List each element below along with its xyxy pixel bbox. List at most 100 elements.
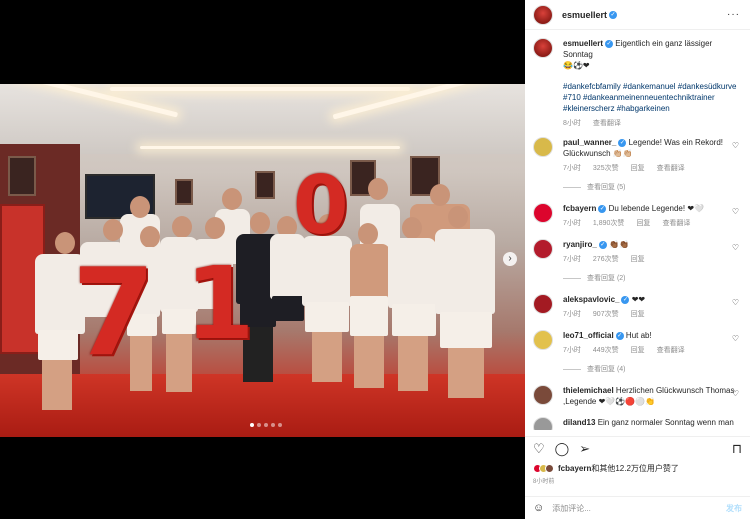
wall-photo-frame [175,179,193,205]
post-photo[interactable]: 7 1 0 [0,84,525,437]
like-comment-icon[interactable]: ♡ [732,243,739,252]
player-shorts [440,312,492,348]
player-shirtless [350,244,390,299]
comment-username[interactable]: ryanjiro_ [563,240,597,249]
comment-item: fcbayern ✓ Du lebende Legende! ❤🤍 7小时 1,89… [533,203,742,229]
commenter-avatar[interactable] [533,239,553,259]
comment-text: Ein ganz normaler Sonntag wenn man [597,418,734,427]
likes-count-text[interactable]: 和其他12.2万位用户赞了 [591,463,679,474]
post-media-area: 7 1 0 › [0,0,525,519]
comment-text: Du lebende Legende! ❤🤍 [608,204,704,213]
player-head [368,178,388,200]
reply-button[interactable]: 回复 [631,254,645,265]
see-translation-link[interactable]: 查看翻译 [593,118,621,129]
verified-badge-icon: ✓ [618,138,627,147]
comments-list[interactable]: esmuellert ✓ Eigentlich ein ganz lässiger… [525,30,750,430]
caption-emoji: 😂⚽❤ [563,61,590,70]
comment-username[interactable]: alekspavlovic_ [563,295,619,304]
ceiling-light [140,146,400,149]
ceiling-light [110,87,410,91]
balloon-digit-0: 0 [293,159,349,252]
comment-username[interactable]: thielemichael [563,386,614,395]
next-slide-button[interactable]: › [503,252,517,266]
like-comment-icon[interactable]: ♡ [732,389,739,398]
player-shorts [392,304,436,336]
commenter-avatar[interactable] [533,330,553,350]
comment-time: 7小时 [563,347,581,354]
comment-item: diland13 Ein ganz normaler Sonntag wenn … [533,417,742,430]
see-translation-link[interactable]: 查看翻译 [657,163,685,174]
comment-likes[interactable]: 276次赞 [593,254,619,265]
comment-likes[interactable]: 1,890次赞 [593,218,625,229]
like-icon[interactable]: ♡ [533,442,545,455]
player-head [250,212,270,234]
comment-username[interactable]: diland13 [563,418,595,427]
comment-likes[interactable]: 325次赞 [593,163,619,174]
player-head [402,217,422,239]
player-head [448,206,468,228]
post-side-panel: esmuellert ✓ ··· esmuellert ✓ Eigentlich … [525,0,750,519]
comment-text: Hut ab! [625,331,652,340]
emoji-icon[interactable]: ☺ [533,502,544,514]
like-comment-icon[interactable]: ♡ [732,141,739,150]
post-header: esmuellert ✓ ··· [525,0,750,30]
comment-username[interactable]: leo71_official [563,331,614,340]
likes-first-user[interactable]: fcbayern [558,464,591,473]
reply-button[interactable]: 回复 [631,309,645,320]
see-translation-link[interactable]: 查看翻译 [662,218,690,229]
comment-item: alekspavlovic_ ✓ ❤❤ 7小时 907次赞 回复 ♡ [533,294,742,320]
comment-time: 7小时 [563,220,581,227]
red-floor [0,374,525,437]
verified-badge-icon: ✓ [609,10,618,19]
comment-item: thielemichael Herzlichen Glückwunsch Tho… [533,385,742,407]
comment-likes[interactable]: 907次赞 [593,309,619,320]
see-translation-link[interactable]: 查看翻译 [657,345,685,356]
commenter-avatar[interactable] [533,203,553,223]
player-head [430,184,450,206]
comment-icon[interactable]: ◯ [555,442,570,455]
reply-button[interactable]: 回复 [631,345,645,356]
comment-item: leo71_official ✓ Hut ab! 7小时 449次赞 回复 查看翻译 查… [533,330,742,375]
commenter-avatar[interactable] [533,385,553,405]
view-replies-link[interactable]: 查看回复 (5) [563,182,739,193]
verified-badge-icon: ✓ [598,204,607,213]
like-comment-icon[interactable]: ♡ [732,207,739,216]
comment-input[interactable]: 添加评论... [552,503,591,514]
player-shorts [350,296,388,336]
comment-text: 👏🏾👏🏾 [609,240,629,249]
more-options-icon[interactable]: ··· [727,9,740,20]
view-replies-link[interactable]: 查看回复 (2) [563,273,739,284]
like-comment-icon[interactable]: ♡ [732,334,739,343]
comment-likes[interactable]: 449次赞 [593,345,619,356]
share-icon[interactable]: ➢ [579,442,590,455]
author-avatar[interactable] [533,38,553,58]
comment-time: 7小时 [563,256,581,263]
player-shorts [272,296,304,321]
post-comment-button[interactable]: 发布 [726,503,742,514]
commenter-avatar[interactable] [533,417,553,430]
author-avatar[interactable] [533,4,553,25]
verified-badge-icon: ✓ [615,331,624,340]
verified-badge-icon: ✓ [598,240,607,249]
view-replies-link[interactable]: 查看回复 (4) [563,364,739,375]
post-actions-bar: ♡ ◯ ➢ ⊓ [525,436,750,460]
reply-button[interactable]: 回复 [631,163,645,174]
caption-hashtags[interactable]: #dankefcbfamily #dankemanuel #dankesüdku… [563,81,739,114]
comment-text: ❤❤ [631,295,646,304]
verified-badge-icon: ✓ [605,39,614,48]
like-comment-icon[interactable]: ♡ [732,298,739,307]
commenter-avatar[interactable] [533,137,553,157]
balloon-digit-7: 7 [72,244,156,383]
carousel-dot [257,423,261,427]
reply-button[interactable]: 回复 [636,218,650,229]
verified-badge-icon: ✓ [621,295,630,304]
player-kit [435,229,495,314]
comment-username[interactable]: fcbayern [563,204,596,213]
comment-username[interactable]: paul_wanner_ [563,138,616,147]
author-username[interactable]: esmuellert [562,10,607,20]
save-icon[interactable]: ⊓ [732,442,742,455]
commenter-avatar[interactable] [533,294,553,314]
player-head [172,216,192,238]
likes-summary[interactable]: fcbayern 和其他12.2万位用户赞了 [533,463,679,474]
caption-username[interactable]: esmuellert [563,39,603,48]
